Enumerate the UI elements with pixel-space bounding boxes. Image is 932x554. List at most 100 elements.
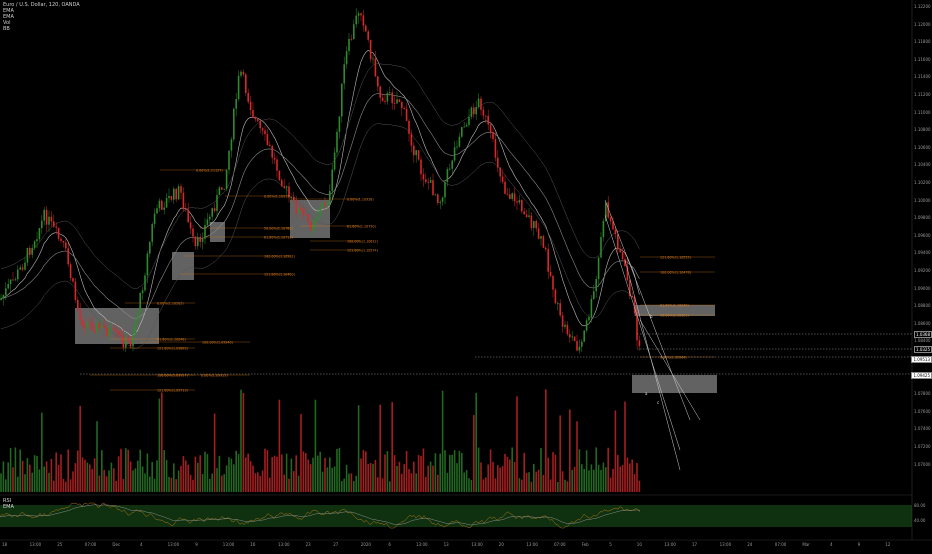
candle-body [249, 101, 252, 111]
volume-bar [201, 473, 204, 492]
legend-bb[interactable]: BB [3, 26, 80, 32]
candle-body [492, 132, 494, 140]
candle-body [487, 115, 489, 125]
candle-body [590, 299, 593, 318]
volume-bar [285, 453, 288, 492]
candle-body [173, 188, 175, 200]
candle-body [221, 187, 223, 190]
volume-bar [194, 456, 197, 492]
volume-bar [173, 463, 175, 492]
volume-bar [585, 450, 588, 492]
candle-body [609, 217, 612, 222]
price-chart[interactable]: 0.00%(1.11127) 0.00%(1.10915) 50.00%(1.107… [0, 0, 932, 550]
candle-body [420, 159, 422, 175]
volume-bar [614, 410, 617, 492]
volume-bar [545, 389, 547, 492]
candle-body [108, 328, 110, 337]
zone-boxes[interactable] [75, 200, 717, 393]
candle-body [252, 110, 254, 118]
volume-bar [9, 448, 12, 492]
fib-level-label: 50.00%(1.10021) [660, 314, 689, 318]
volume-bar [221, 475, 223, 492]
volume-bar [523, 452, 525, 492]
candle-body [278, 170, 281, 181]
candle-body [293, 196, 295, 201]
volume-bar [113, 468, 115, 492]
volume-bar [456, 463, 458, 492]
volume-bar [528, 472, 530, 492]
candle-body [357, 13, 360, 16]
candle-body [271, 146, 273, 158]
price-axis[interactable]: 1.12200 1.12000 1.11800 1.11600 1.11400 1.112… [911, 0, 932, 495]
volume-bar [398, 461, 401, 492]
trend-channel[interactable]: abc [604, 199, 701, 471]
volume-bar [65, 481, 67, 492]
zone-box [210, 222, 225, 242]
volume-bar [175, 479, 177, 492]
candle-body [158, 200, 161, 209]
candle-body [240, 71, 242, 76]
candle-body [77, 299, 79, 311]
candle-body [540, 236, 542, 239]
volume-bar [573, 466, 576, 492]
time-axis[interactable]: 18 13:00 25 07:00 Dec 4 13:00 9 13:00 16 13:00 23 27… [0, 540, 912, 550]
volume-bar [353, 481, 355, 492]
volume-bar [504, 453, 506, 492]
volume-bar [494, 478, 497, 492]
candle-body [427, 182, 429, 183]
candles[interactable] [0, 8, 641, 354]
rsi-ema-legend[interactable]: EMA [3, 504, 14, 510]
volume-bar [89, 464, 91, 492]
candle-body [105, 328, 108, 337]
volume-bar [576, 421, 578, 492]
candle-body [137, 313, 139, 322]
volume-bar [554, 454, 557, 492]
price-tick-label: 1.12000 [914, 21, 931, 27]
volume-bar [252, 465, 254, 492]
volume-bar [129, 461, 132, 492]
legend-title: Euro / U.S. Dollar, 120, OANDA [3, 2, 80, 8]
candle-body [348, 38, 350, 52]
candle-body [33, 241, 36, 248]
candle-body [300, 207, 302, 211]
price-tick-label: 1.10200 [914, 180, 931, 185]
volume-bar [151, 462, 153, 492]
trend-line [604, 214, 681, 451]
candle-body [576, 341, 578, 351]
price-tick-label: 1.08800 [914, 303, 931, 309]
time-tick-label: 13:00 [664, 542, 676, 547]
rsi-tick-label: 40.00 [914, 518, 926, 523]
volume-bar [501, 466, 504, 492]
volume-bar [103, 469, 105, 492]
volume-bar [211, 473, 213, 492]
volume-bar [446, 472, 449, 492]
volume-bar [60, 454, 62, 492]
candle-body [223, 188, 225, 190]
candle-body [403, 108, 405, 109]
fib-level-label: 121.80%(1.10555) [660, 256, 691, 260]
candle-body [501, 176, 504, 182]
candle-body [619, 249, 621, 253]
candle-body [38, 228, 41, 240]
volume-bar [249, 461, 252, 492]
volume-bar [420, 455, 422, 492]
volume-bar [475, 392, 477, 492]
volume-bar [125, 448, 127, 492]
candle-body [626, 265, 629, 281]
candle-body [333, 152, 336, 170]
time-tick-label: 07:00 [554, 542, 566, 547]
trend-line [639, 319, 701, 421]
volume-bar [535, 471, 537, 492]
price-tick-label: 1.11800 [914, 39, 931, 45]
volume-bar [261, 470, 264, 492]
candle-body [283, 186, 285, 188]
rsi-tick-label: 80.00 [914, 503, 926, 508]
chart-canvas[interactable]: 0.00%(1.11127) 0.00%(1.10915) 50.00%(1.107… [0, 0, 932, 550]
candle-body [290, 196, 293, 198]
bb-upper-line [0, 63, 640, 289]
candle-body [281, 180, 283, 187]
volume-bar [391, 401, 393, 492]
fib-level-label: 121.80%(1.09713) [157, 389, 188, 393]
volume-bar [374, 460, 377, 492]
candle-body [513, 193, 516, 202]
